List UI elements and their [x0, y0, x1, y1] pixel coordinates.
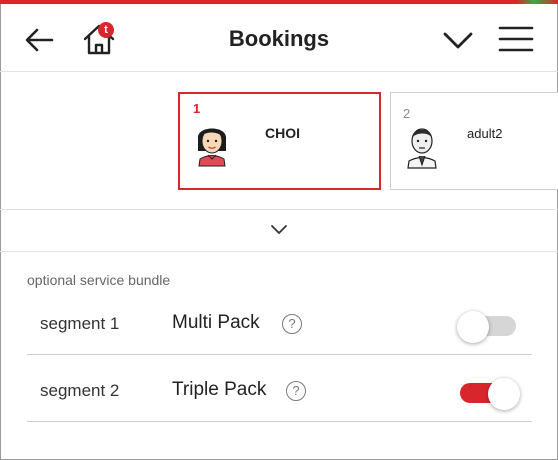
chevron-down-icon — [271, 225, 287, 234]
toggle-knob — [488, 378, 520, 410]
passenger-carousel: 1 CHOI 2 adult2 — [0, 72, 558, 210]
bundle-toggle[interactable] — [457, 311, 519, 343]
pack-name: Multi Pack — [172, 312, 260, 333]
toggle-knob — [457, 311, 489, 343]
hamburger-menu-icon — [498, 26, 534, 52]
segment-label: segment 2 — [40, 381, 120, 400]
header-bar: t Bookings — [0, 4, 558, 72]
passenger-number: 2 — [403, 106, 411, 121]
passenger-name: CHOI — [265, 125, 300, 141]
pack-name: Triple Pack — [172, 379, 267, 400]
dropdown-chevron-button[interactable] — [440, 24, 476, 56]
section-label: optional service bundle — [27, 272, 171, 288]
expand-passengers-button[interactable] — [0, 210, 558, 252]
male-avatar-icon — [407, 128, 437, 169]
passenger-card-2[interactable]: 2 adult2 — [390, 92, 558, 190]
bundle-row: segment 2 Triple Pack ? — [27, 355, 532, 422]
passenger-card-1[interactable]: 1 CHOI — [178, 92, 381, 190]
menu-button[interactable] — [496, 22, 536, 56]
chevron-down-icon — [443, 32, 473, 49]
bundle-toggle[interactable] — [457, 378, 520, 410]
passenger-name: adult2 — [467, 126, 503, 141]
help-icon[interactable]: ? — [282, 314, 302, 334]
segment-label: segment 1 — [40, 314, 120, 333]
passenger-number: 1 — [193, 101, 201, 116]
help-icon[interactable]: ? — [286, 381, 306, 401]
female-avatar-icon — [197, 128, 227, 167]
bundle-row: segment 1 Multi Pack ? — [27, 288, 532, 355]
